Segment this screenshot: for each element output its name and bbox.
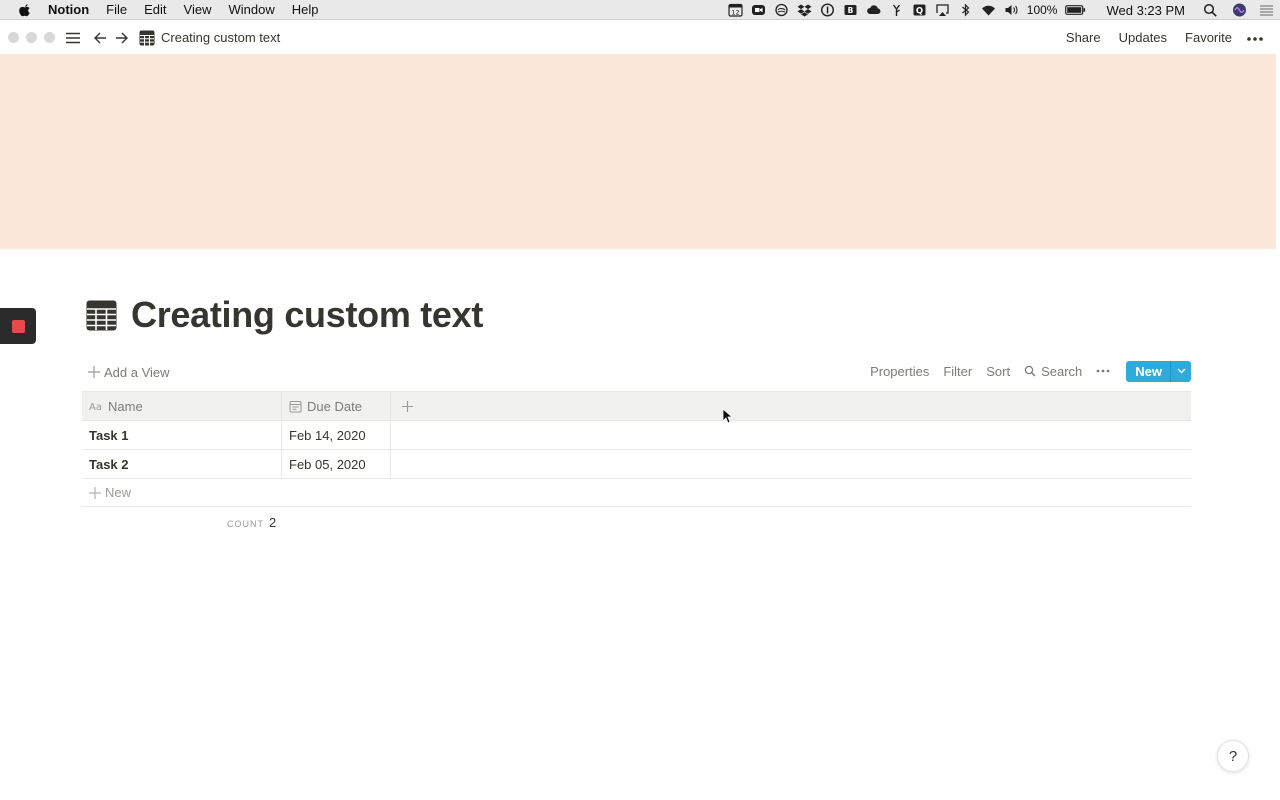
chevron-down-icon [1177,368,1185,374]
battery-percent: 100% [1026,3,1058,17]
table-header: Aa Name Due Date [82,391,1191,421]
column-label: Due Date [307,398,362,414]
filter-button[interactable]: Filter [943,364,972,379]
view-controls: Properties Filter Sort Search New [856,360,1191,382]
cloud-icon[interactable] [866,3,881,17]
help-button[interactable]: ? [1217,740,1249,772]
plus-icon [89,486,101,499]
column-label: Name [108,398,143,414]
add-view-button[interactable]: Add a View [82,365,170,380]
minimize-window-button[interactable] [26,32,37,43]
svg-text:Aa: Aa [89,402,102,411]
fork-icon[interactable] [889,3,904,17]
count-value: 2 [269,515,277,530]
forward-arrow-icon[interactable] [115,31,129,45]
cell-due-date[interactable]: Feb 14, 2020 [282,421,391,449]
back-arrow-icon[interactable] [93,31,107,45]
new-record-button-group: New [1126,360,1191,382]
window-edge [1276,54,1280,800]
menu-window[interactable]: Window [228,2,274,17]
search-icon[interactable] [1203,3,1218,17]
close-window-button[interactable] [8,32,19,43]
volume-icon[interactable] [1004,3,1019,17]
q-icon[interactable]: Q [912,3,927,17]
count-label: COUNT [227,519,264,529]
column-header-name[interactable]: Aa Name [82,392,282,420]
svg-text:Q: Q [916,7,923,17]
calendar-icon[interactable]: 12 [728,3,743,17]
menubar-clock[interactable]: Wed 3:23 PM [1106,3,1185,18]
breadcrumb[interactable]: Creating custom text [139,30,280,46]
recording-stop-button[interactable] [0,308,36,344]
table-row[interactable]: Task 2 Feb 05, 2020 [82,450,1191,479]
list-icon[interactable] [1259,3,1274,17]
page-cover[interactable] [0,54,1276,249]
add-row-label: New [105,485,132,500]
stop-icon [11,319,25,333]
properties-button[interactable]: Properties [870,364,929,379]
sort-button[interactable]: Sort [986,364,1010,379]
plus-icon [401,400,413,412]
cell-empty [391,450,1191,478]
menu-help[interactable]: Help [292,2,319,17]
bluetooth-icon[interactable] [958,3,973,17]
updates-button[interactable]: Updates [1119,30,1167,45]
apple-icon[interactable] [18,3,32,17]
text-property-icon: Aa [89,402,102,411]
share-button[interactable]: Share [1066,30,1101,45]
menu-file[interactable]: File [106,2,127,17]
menu-notion[interactable]: Notion [48,2,89,17]
menu-edit[interactable]: Edit [144,2,166,17]
cell-empty [391,421,1191,449]
info-icon[interactable] [820,3,835,17]
window-controls [8,32,62,43]
dropbox-icon[interactable] [797,3,812,17]
bear-icon[interactable]: B [843,3,858,17]
search-label: Search [1041,363,1083,379]
svg-text:12: 12 [731,9,739,17]
search-button[interactable]: Search [1024,364,1082,379]
breadcrumb-title: Creating custom text [161,30,281,45]
hamburger-menu-icon[interactable] [65,31,81,45]
zoom-window-button[interactable] [44,32,55,43]
table-row[interactable]: Task 1 Feb 14, 2020 [82,421,1191,450]
battery-icon[interactable] [1065,3,1086,17]
add-column-button[interactable] [391,392,421,420]
cell-due-date[interactable]: Feb 05, 2020 [282,450,391,478]
menu-view[interactable]: View [184,2,212,17]
status-area: 12 B Q 100% Wed 3:23 PM [728,0,1280,20]
mouse-cursor-icon [722,408,732,424]
column-header-due-date[interactable]: Due Date [282,392,391,420]
more-options-icon[interactable] [1246,30,1264,45]
favorite-button[interactable]: Favorite [1185,30,1232,45]
siri-icon[interactable] [1232,3,1247,17]
new-record-button[interactable]: New [1126,360,1171,382]
cell-name[interactable]: Task 1 [82,421,282,449]
database-view-bar: Add a View Properties Filter Sort Search… [82,360,1191,384]
page-title[interactable]: Creating custom text [131,294,483,336]
more-view-options-icon[interactable] [1096,369,1110,373]
zoom-icon[interactable] [751,3,766,17]
table-page-icon[interactable] [86,300,117,331]
wifi-icon[interactable] [981,3,996,17]
database-table: Aa Name Due Date Task 1 Feb 14, 2020 Tas… [82,391,1191,507]
airplay-icon[interactable] [935,3,950,17]
menu-bar: Notion File Edit View Window Help 12 B Q… [0,0,1280,20]
new-record-dropdown[interactable] [1171,360,1191,382]
add-row-button[interactable]: New [82,479,1191,507]
calendar-property-icon [289,400,302,413]
sync-icon[interactable] [774,3,789,17]
add-view-label: Add a View [104,364,170,380]
svg-text:B: B [847,6,853,15]
window-topbar: Creating custom text Share Updates Favor… [0,21,1280,54]
search-icon [1024,365,1036,377]
plus-icon [88,366,100,378]
cell-name[interactable]: Task 2 [82,450,282,478]
table-icon [139,30,155,45]
topbar-actions: Share Updates Favorite [1048,21,1264,54]
row-count-summary[interactable]: COUNT 2 [227,515,276,530]
page-title-block: Creating custom text [86,294,483,336]
